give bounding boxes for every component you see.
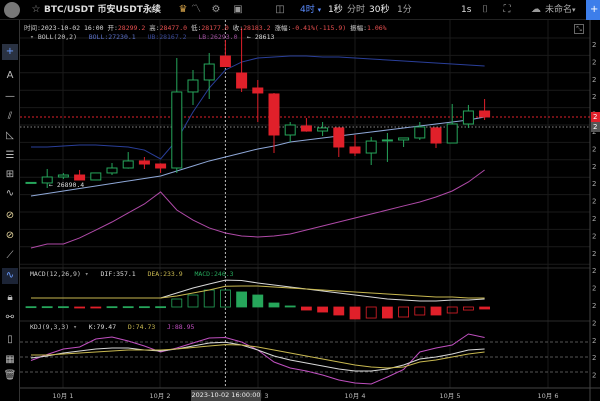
candle bbox=[122, 160, 134, 169]
last-price-label: 2 bbox=[591, 112, 600, 122]
boll-legend[interactable]: ▾ BOLL(20,2) BOLL:27230.1 UB:28167.2 LB:… bbox=[30, 33, 237, 41]
macd-histogram-bar bbox=[203, 289, 215, 308]
price-tick-label: 2 bbox=[592, 302, 596, 310]
macd-histogram-bar bbox=[300, 306, 312, 311]
crosshair-time-label: 2023-10-02 16:00:00 bbox=[191, 390, 261, 401]
macd-histogram-bar bbox=[155, 306, 167, 309]
candle bbox=[317, 127, 329, 132]
price-tick-label: 2 bbox=[592, 285, 596, 293]
macd-histogram-bar bbox=[479, 306, 491, 310]
macd-histogram-bar bbox=[414, 306, 426, 316]
macd-histogram-bar bbox=[381, 306, 393, 319]
macd-histogram-bar bbox=[317, 306, 329, 313]
candle bbox=[381, 139, 393, 142]
min-price-marker: ← 26890.4 bbox=[49, 181, 85, 189]
price-tick-label: 2 bbox=[592, 145, 596, 153]
macd-legend[interactable]: MACD(12,26,9) ▾ DIF:357.1 DEA:233.9 MACD… bbox=[30, 270, 234, 278]
price-tick-label: 2 bbox=[592, 76, 596, 84]
price-tick-label: 2 bbox=[592, 232, 596, 240]
amplitude-value: 1.06% bbox=[367, 24, 387, 32]
macd-histogram-bar bbox=[430, 306, 442, 316]
macd-histogram-bar bbox=[90, 306, 102, 309]
macd-histogram-bar bbox=[187, 294, 199, 308]
high-value: 28477.0 bbox=[159, 24, 188, 32]
x-tick-label: 10月 1 bbox=[52, 392, 74, 400]
x-tick-label: 10月 5 bbox=[439, 392, 461, 400]
macd-histogram-bar bbox=[268, 302, 280, 308]
macd-histogram-bar bbox=[398, 306, 410, 318]
macd-histogram-bar bbox=[58, 306, 69, 309]
macd-histogram-bar bbox=[349, 306, 361, 320]
candle bbox=[90, 172, 102, 181]
candle bbox=[479, 110, 491, 118]
candle bbox=[414, 126, 426, 139]
price-tick-label: 2 bbox=[592, 180, 596, 188]
price-tick-label: 2 bbox=[592, 58, 596, 66]
ohlc-info: 时间:2023-10-02 16:00 开:28299.2 高:28477.0 … bbox=[24, 24, 387, 32]
macd-histogram-bar bbox=[106, 306, 118, 309]
change-value: -0.41%(-115.9) bbox=[291, 24, 347, 32]
macd-histogram-bar bbox=[252, 294, 264, 308]
price-tick-label: 2 bbox=[592, 267, 596, 275]
candle bbox=[446, 123, 458, 144]
price-tick-label: 2 bbox=[592, 93, 596, 101]
time-value: 2023-10-02 16:00 bbox=[40, 24, 104, 32]
candle bbox=[138, 160, 150, 165]
price-tick-label: 2 bbox=[592, 215, 596, 223]
candle bbox=[462, 110, 474, 125]
price-tick-label: 2 bbox=[592, 372, 596, 380]
candle bbox=[74, 174, 86, 181]
candle bbox=[430, 127, 442, 144]
x-tick-label: 10月 2 bbox=[149, 392, 171, 400]
macd-histogram-bar bbox=[171, 298, 183, 308]
macd-histogram-bar bbox=[41, 306, 53, 309]
price-tick-label: 2 bbox=[592, 163, 596, 171]
macd-histogram-bar bbox=[25, 306, 37, 309]
chart-canvas[interactable]: 22222222222222222222 bbox=[0, 0, 600, 401]
macd-histogram-bar bbox=[284, 305, 296, 308]
candle bbox=[252, 87, 264, 94]
candle bbox=[398, 137, 410, 141]
candle bbox=[25, 181, 37, 184]
kdj-legend[interactable]: KDJ(9,3,3) ▾ K:79.47 D:74.73 J:88.95 bbox=[30, 323, 194, 331]
low-value: 28177.0 bbox=[201, 24, 229, 32]
price-tick-label: 2 bbox=[592, 319, 596, 327]
open-value: 28299.2 bbox=[117, 24, 146, 32]
candle bbox=[284, 124, 296, 136]
candle bbox=[236, 72, 248, 89]
macd-histogram-bar bbox=[236, 291, 248, 308]
candle bbox=[300, 125, 312, 132]
price-tick-label: 2 bbox=[592, 354, 596, 362]
macd-histogram-bar bbox=[122, 306, 134, 309]
macd-histogram-bar bbox=[365, 306, 377, 319]
macd-histogram-bar bbox=[446, 306, 458, 314]
price-tick-label: 2 bbox=[592, 41, 596, 49]
macd-histogram-bar bbox=[333, 306, 345, 316]
candle bbox=[203, 63, 215, 81]
price-tick-label: 2 bbox=[592, 198, 596, 206]
candle bbox=[187, 79, 199, 93]
mark-price-label: 2 bbox=[591, 122, 600, 132]
close-value: 28183.2 bbox=[243, 24, 271, 32]
max-price-marker: ← 28613 bbox=[247, 33, 275, 41]
candle bbox=[268, 93, 280, 136]
candle bbox=[365, 140, 377, 154]
macd-histogram-bar bbox=[138, 306, 150, 309]
candle bbox=[171, 91, 183, 169]
macd-histogram-bar bbox=[74, 306, 85, 309]
candle bbox=[57, 174, 69, 178]
candle bbox=[219, 55, 231, 68]
x-tick-label: 10月 4 bbox=[344, 392, 366, 400]
price-tick-label: 2 bbox=[592, 250, 596, 258]
x-tick-label: 10月 6 bbox=[537, 392, 559, 400]
candle bbox=[349, 146, 361, 154]
price-tick-label: 2 bbox=[592, 337, 596, 345]
candle bbox=[333, 127, 345, 148]
candle bbox=[155, 163, 167, 169]
collapse-icon[interactable]: ⤡ bbox=[574, 24, 584, 34]
macd-histogram-bar bbox=[462, 306, 474, 311]
candle bbox=[106, 167, 118, 174]
